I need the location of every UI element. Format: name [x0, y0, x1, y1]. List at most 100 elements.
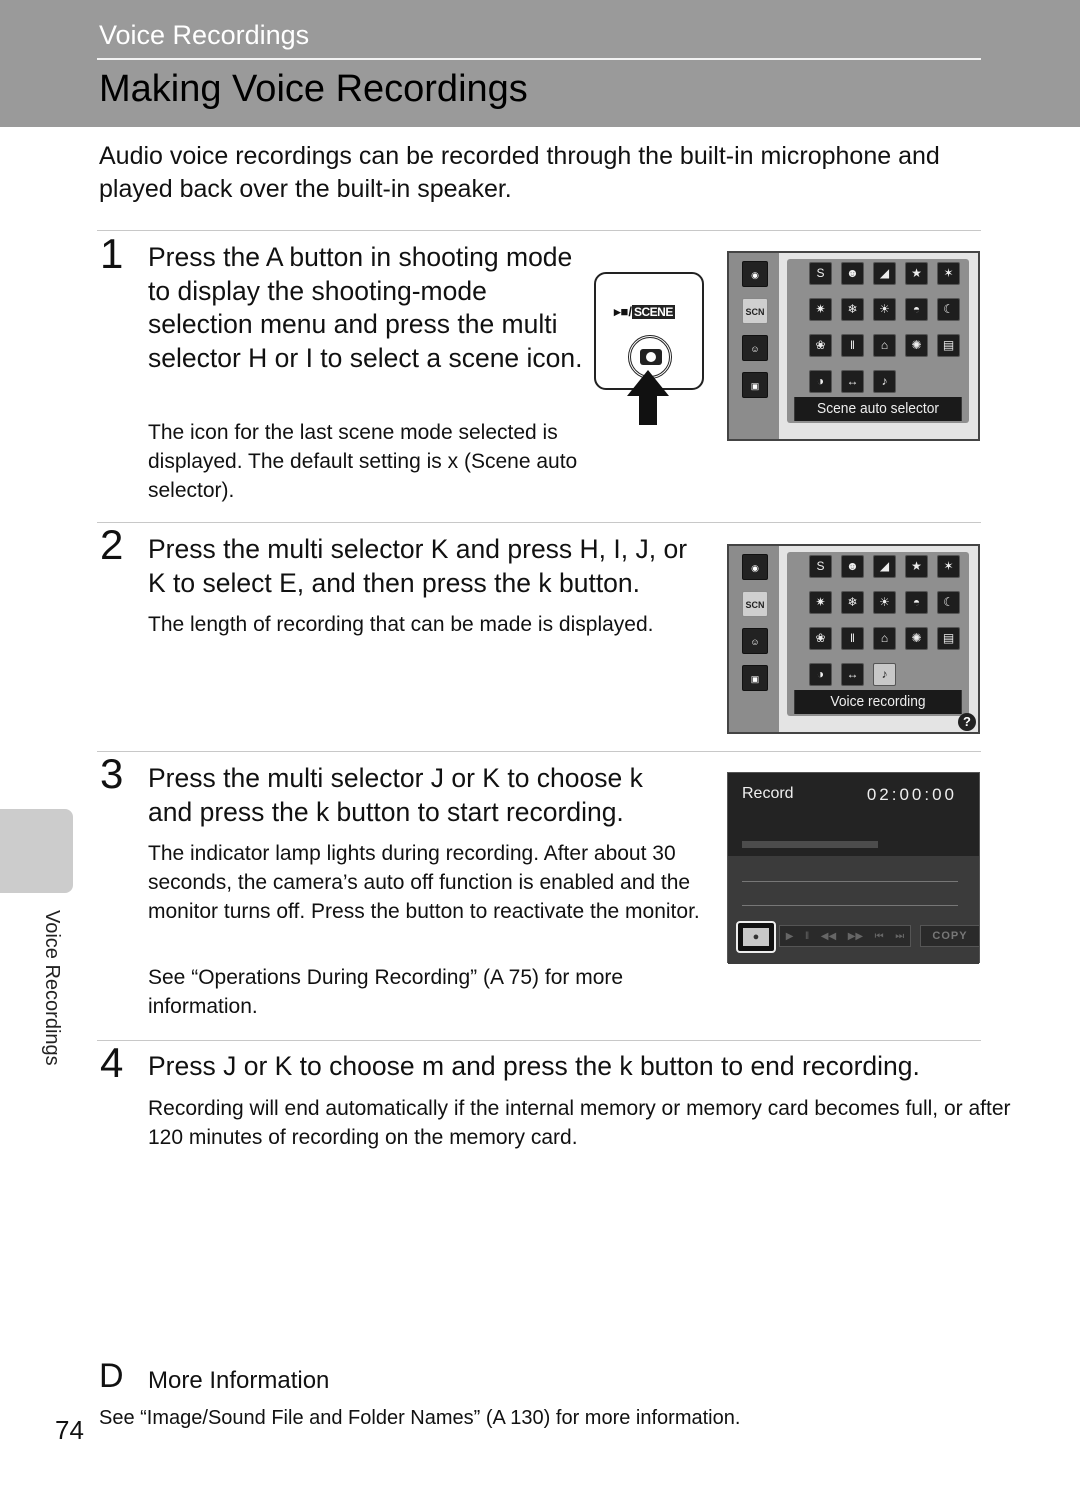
step-body: The length of recording that can be made… [148, 613, 654, 636]
note-icon: D [99, 1357, 124, 1395]
record-controls: ● ▶ ‖ ◀◀ ▶▶ ⏮ ⏭ COPY [736, 921, 980, 953]
section-name: Voice Recordings [99, 20, 310, 50]
transport-controls: ▶ ‖ ◀◀ ▶▶ ⏮ ⏭ [779, 925, 911, 947]
mode-icon-scene: SCN [742, 591, 768, 617]
page-title: Making Voice Recordings [99, 68, 528, 110]
scene-grid-panel: S ☻ ◢ ★ ✶ ✷ ❄ ☀ ◓ ☾ ❀ ‖ ⌂ ✺ ▤ ◑ ↔ ♪ Scene auto selector [787, 259, 969, 423]
scene-icon-scene-icon: S [809, 262, 832, 285]
scene-icon-panorama-icon: ↔ [841, 370, 864, 393]
scene-icon-party-icon: ✷ [809, 298, 832, 321]
scene-icon-night-landscape-icon: ☾ [937, 591, 960, 614]
scene-caption: Voice recording [794, 690, 962, 714]
scene-icon-voice-icon: ♪ [873, 663, 896, 686]
scene-icon-food-icon: ‖ [841, 334, 864, 357]
scene-icon-fireworks-icon: ✺ [905, 627, 928, 650]
scene-icon-night-portrait-icon: ✶ [937, 555, 960, 578]
movie-scene-label: ▸■/SCENE [614, 304, 675, 320]
scene-icon-beach-snow-icon: ❄ [841, 591, 864, 614]
scene-icon-food-icon: ‖ [841, 627, 864, 650]
step-heading: Press the A button in shooting mode to d… [148, 242, 583, 373]
scene-icon-voice-icon: ♪ [873, 370, 896, 393]
scene-icon-landscape-icon: ◢ [873, 555, 896, 578]
mode-icon-smile: ☺ [742, 335, 768, 361]
scene-icon-landscape-icon: ◢ [873, 262, 896, 285]
scene-icon-night-landscape-icon: ☾ [937, 298, 960, 321]
scene-icon-backlight-icon: ◑ [809, 370, 832, 393]
scene-icon-museum-icon: ⌂ [873, 627, 896, 650]
divider [742, 905, 958, 906]
step-number: 3 [100, 750, 124, 797]
scene-icon-panorama-icon: ↔ [841, 663, 864, 686]
scene-icon-party-icon: ✷ [809, 591, 832, 614]
pause-icon: ‖ [805, 930, 810, 942]
step-number: 1 [100, 230, 124, 277]
copy-button: COPY [920, 925, 980, 947]
mode-icon-movie: ▣ [742, 665, 768, 691]
record-icon: ● [743, 928, 769, 946]
intro-paragraph: Audio voice recordings can be recorded t… [99, 142, 940, 203]
step-body: See “Operations During Recording” (A 75)… [148, 966, 624, 1018]
remaining-time: 02:00:00 [866, 785, 957, 804]
mode-icon-scene: SCN [742, 298, 768, 324]
record-title: Record [742, 785, 794, 802]
chapter-tab-label: Voice Recordings [41, 910, 63, 1066]
step-body: The indicator lamp lights during recordi… [148, 842, 700, 923]
scene-icon-dusk-icon: ◓ [905, 591, 928, 614]
header-divider [97, 58, 981, 60]
scene-label: SCENE [632, 305, 675, 319]
divider [97, 522, 981, 523]
skip-back-icon: ⏮ [874, 930, 884, 942]
divider [97, 1040, 981, 1041]
record-screen: Record 02:00:00 ● ▶ ‖ ◀◀ ▶▶ ⏮ ⏭ COPY [727, 772, 980, 964]
scene-icon-copy-icon: ▤ [937, 334, 960, 357]
step-body: The icon for the last scene mode selecte… [148, 421, 578, 502]
fast-forward-icon: ▶▶ [847, 930, 864, 942]
scene-menu-screen: ◉ SCN ☺ ▣ S ☻ ◢ ★ ✶ ✷ ❄ ☀ ◓ ☾ ❀ ‖ ⌂ ✺ ▤ ◑ ↔ ♪ Scene auto sele… [727, 251, 980, 441]
step-heading: Press J or K to choose m and press the k… [148, 1051, 920, 1081]
record-button: ● [736, 921, 776, 953]
scene-icon-backlight-icon: ◑ [809, 663, 832, 686]
step-body: Recording will end automatically if the … [148, 1097, 1011, 1149]
mode-icon-movie: ▣ [742, 372, 768, 398]
scene-icon-sports-icon: ★ [905, 262, 928, 285]
scene-icon-portrait-icon: ☻ [841, 555, 864, 578]
note-title: More Information [148, 1367, 330, 1394]
play-icon: ▶ [785, 930, 794, 942]
scene-icon-close-up-icon: ❀ [809, 334, 832, 357]
scene-icon-beach-snow-icon: ❄ [841, 298, 864, 321]
scene-menu-screen-voice: ◉ SCN ☺ ▣ S ☻ ◢ ★ ✶ ✷ ❄ ☀ ◓ ☾ ❀ ‖ ⌂ ✺ ▤ ◑ ↔ ♪ Voice recording… [727, 544, 980, 734]
scene-icon-copy-icon: ▤ [937, 627, 960, 650]
scene-caption: Scene auto selector [794, 397, 962, 421]
step-heading: Press the multi selector K and press H, … [148, 534, 688, 598]
divider [742, 881, 958, 882]
camera-icon [640, 349, 662, 365]
mode-sidebar: ◉ SCN ☺ ▣ [729, 546, 779, 732]
scene-icon-portrait-icon: ☻ [841, 262, 864, 285]
movie-icon: ▸■/ [614, 304, 632, 319]
press-arrow-icon [627, 370, 669, 425]
rewind-icon: ◀◀ [820, 930, 837, 942]
divider [97, 751, 981, 752]
step-heading: Press the multi selector J or K to choos… [148, 763, 643, 827]
page-header: Voice Recordings Making Voice Recordings [0, 0, 1080, 127]
scene-icon-museum-icon: ⌂ [873, 334, 896, 357]
mode-icon-camera: ◉ [742, 261, 768, 287]
help-icon: ? [958, 713, 976, 731]
scene-icon-close-up-icon: ❀ [809, 627, 832, 650]
divider [97, 230, 981, 231]
page-number: 74 [55, 1415, 84, 1445]
scene-grid-panel: S ☻ ◢ ★ ✶ ✷ ❄ ☀ ◓ ☾ ❀ ‖ ⌂ ✺ ▤ ◑ ↔ ♪ Voice recording [787, 552, 969, 716]
skip-forward-icon: ⏭ [895, 930, 905, 942]
scene-icon-fireworks-icon: ✺ [905, 334, 928, 357]
chapter-tab [0, 809, 73, 893]
scene-icon-dusk-icon: ◓ [905, 298, 928, 321]
scene-icon-sports-icon: ★ [905, 555, 928, 578]
scene-icon-sunset-icon: ☀ [873, 591, 896, 614]
recording-progress-bar [742, 841, 878, 848]
note-body: See “Image/Sound File and Folder Names” … [99, 1407, 741, 1429]
scene-icon-sunset-icon: ☀ [873, 298, 896, 321]
scene-icon-night-portrait-icon: ✶ [937, 262, 960, 285]
mode-icon-smile: ☺ [742, 628, 768, 654]
mode-sidebar: ◉ SCN ☺ ▣ [729, 253, 779, 439]
step-number: 2 [100, 521, 124, 568]
